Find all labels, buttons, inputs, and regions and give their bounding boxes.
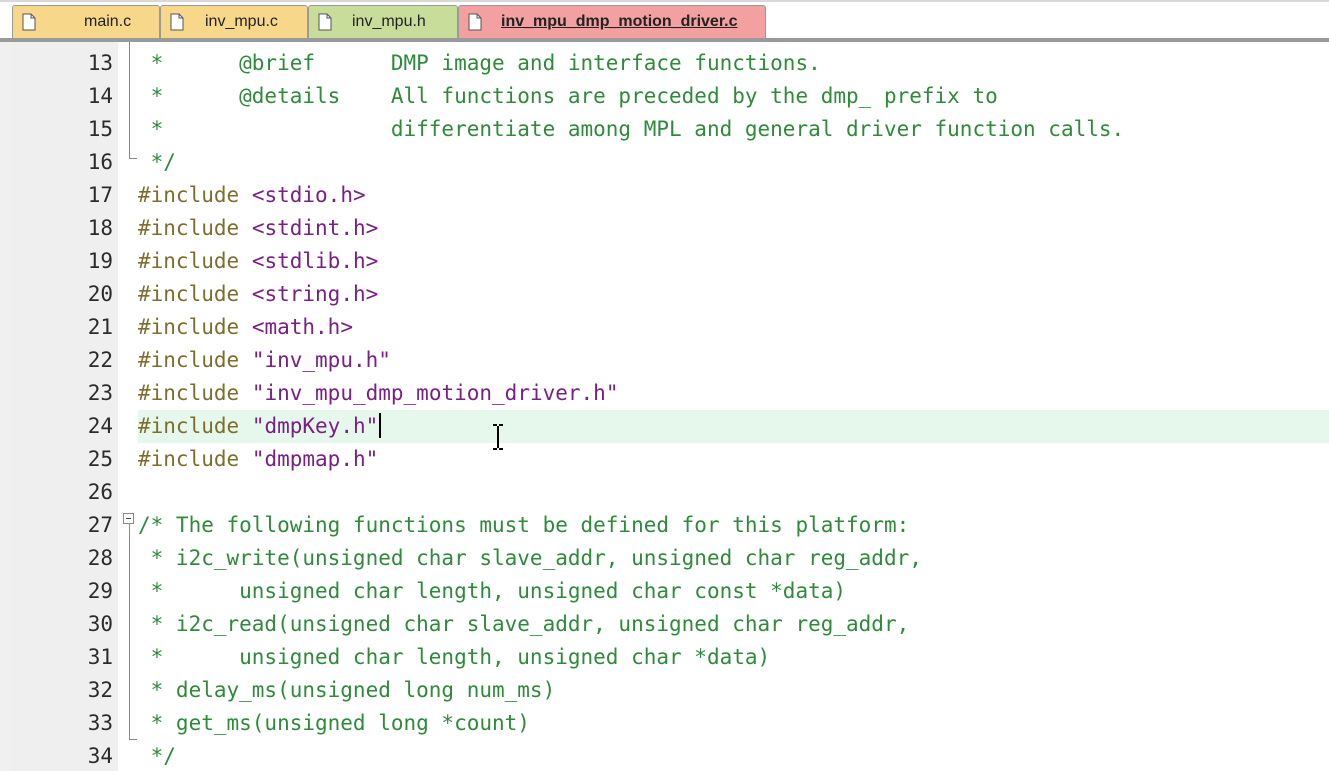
code-line[interactable]: 18 #include <stdint.h> — [0, 212, 1329, 245]
line-number: 23 — [87, 381, 113, 405]
code-line[interactable]: 23 #include "inv_mpu_dmp_motion_driver.h" — [0, 377, 1329, 410]
code-line[interactable]: 13 * @brief DMP image and interface func… — [0, 47, 1329, 80]
code-line[interactable]: 34 */ — [0, 740, 1329, 771]
fold-end-marker — [129, 158, 137, 159]
tab-main-c[interactable]: main.c — [12, 5, 160, 38]
line-number: 14 — [87, 84, 113, 108]
code-text[interactable]: */ — [138, 146, 1329, 179]
tab-bar-top-border — [0, 0, 1329, 2]
line-number: 34 — [87, 744, 113, 768]
code-text[interactable]: * i2c_read(unsigned char slave_addr, uns… — [138, 608, 1329, 641]
tab-label: main.c — [84, 13, 132, 30]
code-line[interactable]: 31 * unsigned char length, unsigned char… — [0, 641, 1329, 674]
line-number: 33 — [87, 711, 113, 735]
line-number: 16 — [87, 150, 113, 174]
code-editor[interactable]: 13 * @brief DMP image and interface func… — [0, 42, 1329, 771]
file-icon — [22, 13, 36, 31]
tab-inv-mpu-h[interactable]: inv_mpu.h — [308, 5, 458, 38]
file-icon — [170, 13, 184, 31]
tab-bar: main.c inv_mpu.c inv_mpu.h inv_mpu_dmp_m… — [0, 0, 1329, 42]
line-number: 21 — [87, 315, 113, 339]
file-icon — [468, 13, 482, 31]
line-number: 17 — [87, 183, 113, 207]
line-number: 28 — [87, 546, 113, 570]
tab-label: inv_mpu_dmp_motion_driver.c — [501, 13, 738, 30]
code-line[interactable]: 14 * @details All functions are preceded… — [0, 80, 1329, 113]
code-text[interactable]: * delay_ms(unsigned long num_ms) — [138, 674, 1329, 707]
line-number: 26 — [87, 480, 113, 504]
code-text[interactable]: #include "dmpmap.h" — [138, 443, 1329, 476]
line-number: 13 — [87, 51, 113, 75]
code-text[interactable]: * differentiate among MPL and general dr… — [138, 113, 1329, 146]
file-icon — [318, 13, 332, 31]
code-line[interactable]: 27 /* The following functions must be def… — [0, 509, 1329, 542]
code-text[interactable]: #include "dmpKey.h" — [138, 410, 1329, 443]
fold-line — [129, 524, 130, 739]
code-text[interactable]: #include <string.h> — [138, 278, 1329, 311]
code-line[interactable]: 30 * i2c_read(unsigned char slave_addr, … — [0, 608, 1329, 641]
code-text[interactable]: #include "inv_mpu_dmp_motion_driver.h" — [138, 377, 1329, 410]
code-text[interactable]: /* The following functions must be defin… — [138, 509, 1329, 542]
tab-inv-mpu-dmp-motion-driver-c[interactable]: inv_mpu_dmp_motion_driver.c — [458, 5, 766, 38]
line-number: 30 — [87, 612, 113, 636]
code-line[interactable]: 33 * get_ms(unsigned long *count) — [0, 707, 1329, 740]
minus-box-icon[interactable] — [123, 513, 134, 524]
line-number: 25 — [87, 447, 113, 471]
code-text[interactable] — [138, 476, 1329, 509]
code-line[interactable]: 26 — [0, 476, 1329, 509]
line-number: 19 — [87, 249, 113, 273]
tab-label: inv_mpu.c — [205, 13, 278, 30]
code-text[interactable]: #include <stdlib.h> — [138, 245, 1329, 278]
code-line[interactable]: 25 #include "dmpmap.h" — [0, 443, 1329, 476]
code-text[interactable]: * get_ms(unsigned long *count) — [138, 707, 1329, 740]
code-text[interactable]: * @brief DMP image and interface functio… — [138, 47, 1329, 80]
code-line[interactable]: 21 #include <math.h> — [0, 311, 1329, 344]
code-text[interactable]: #include <math.h> — [138, 311, 1329, 344]
code-line[interactable]: 32 * delay_ms(unsigned long num_ms) — [0, 674, 1329, 707]
code-line[interactable]: 15 * differentiate among MPL and general… — [0, 113, 1329, 146]
line-number: 20 — [87, 282, 113, 306]
code-text[interactable]: * unsigned char length, unsigned char *d… — [138, 641, 1329, 674]
line-number: 29 — [87, 579, 113, 603]
line-number: 22 — [87, 348, 113, 372]
line-number: 31 — [87, 645, 113, 669]
code-text[interactable]: */ — [138, 740, 1329, 771]
code-line[interactable]: 19 #include <stdlib.h> — [0, 245, 1329, 278]
tab-label: inv_mpu.h — [352, 13, 426, 30]
code-text[interactable]: #include "inv_mpu.h" — [138, 344, 1329, 377]
line-number: 18 — [87, 216, 113, 240]
line-number: 32 — [87, 678, 113, 702]
tab-inv-mpu-c[interactable]: inv_mpu.c — [160, 5, 308, 38]
code-text[interactable]: * unsigned char length, unsigned char co… — [138, 575, 1329, 608]
code-text[interactable]: #include <stdint.h> — [138, 212, 1329, 245]
code-line[interactable]: 24 #include "dmpKey.h" — [0, 410, 1329, 443]
line-number: 27 — [87, 513, 113, 537]
text-cursor-icon — [493, 424, 503, 450]
line-number: 24 — [87, 414, 113, 438]
code-line[interactable]: 16 */ — [0, 146, 1329, 179]
code-line[interactable]: 17 #include <stdio.h> — [0, 179, 1329, 212]
fold-end-marker — [129, 739, 137, 740]
code-line[interactable]: 29 * unsigned char length, unsigned char… — [0, 575, 1329, 608]
code-line[interactable]: 28 * i2c_write(unsigned char slave_addr,… — [0, 542, 1329, 575]
code-text[interactable]: * @details All functions are preceded by… — [138, 80, 1329, 113]
code-line[interactable]: 20 #include <string.h> — [0, 278, 1329, 311]
code-text[interactable]: * i2c_write(unsigned char slave_addr, un… — [138, 542, 1329, 575]
text-caret — [379, 413, 382, 438]
code-line[interactable]: 22 #include "inv_mpu.h" — [0, 344, 1329, 377]
code-text[interactable]: #include <stdio.h> — [138, 179, 1329, 212]
line-number: 15 — [87, 117, 113, 141]
fold-line — [129, 42, 130, 158]
